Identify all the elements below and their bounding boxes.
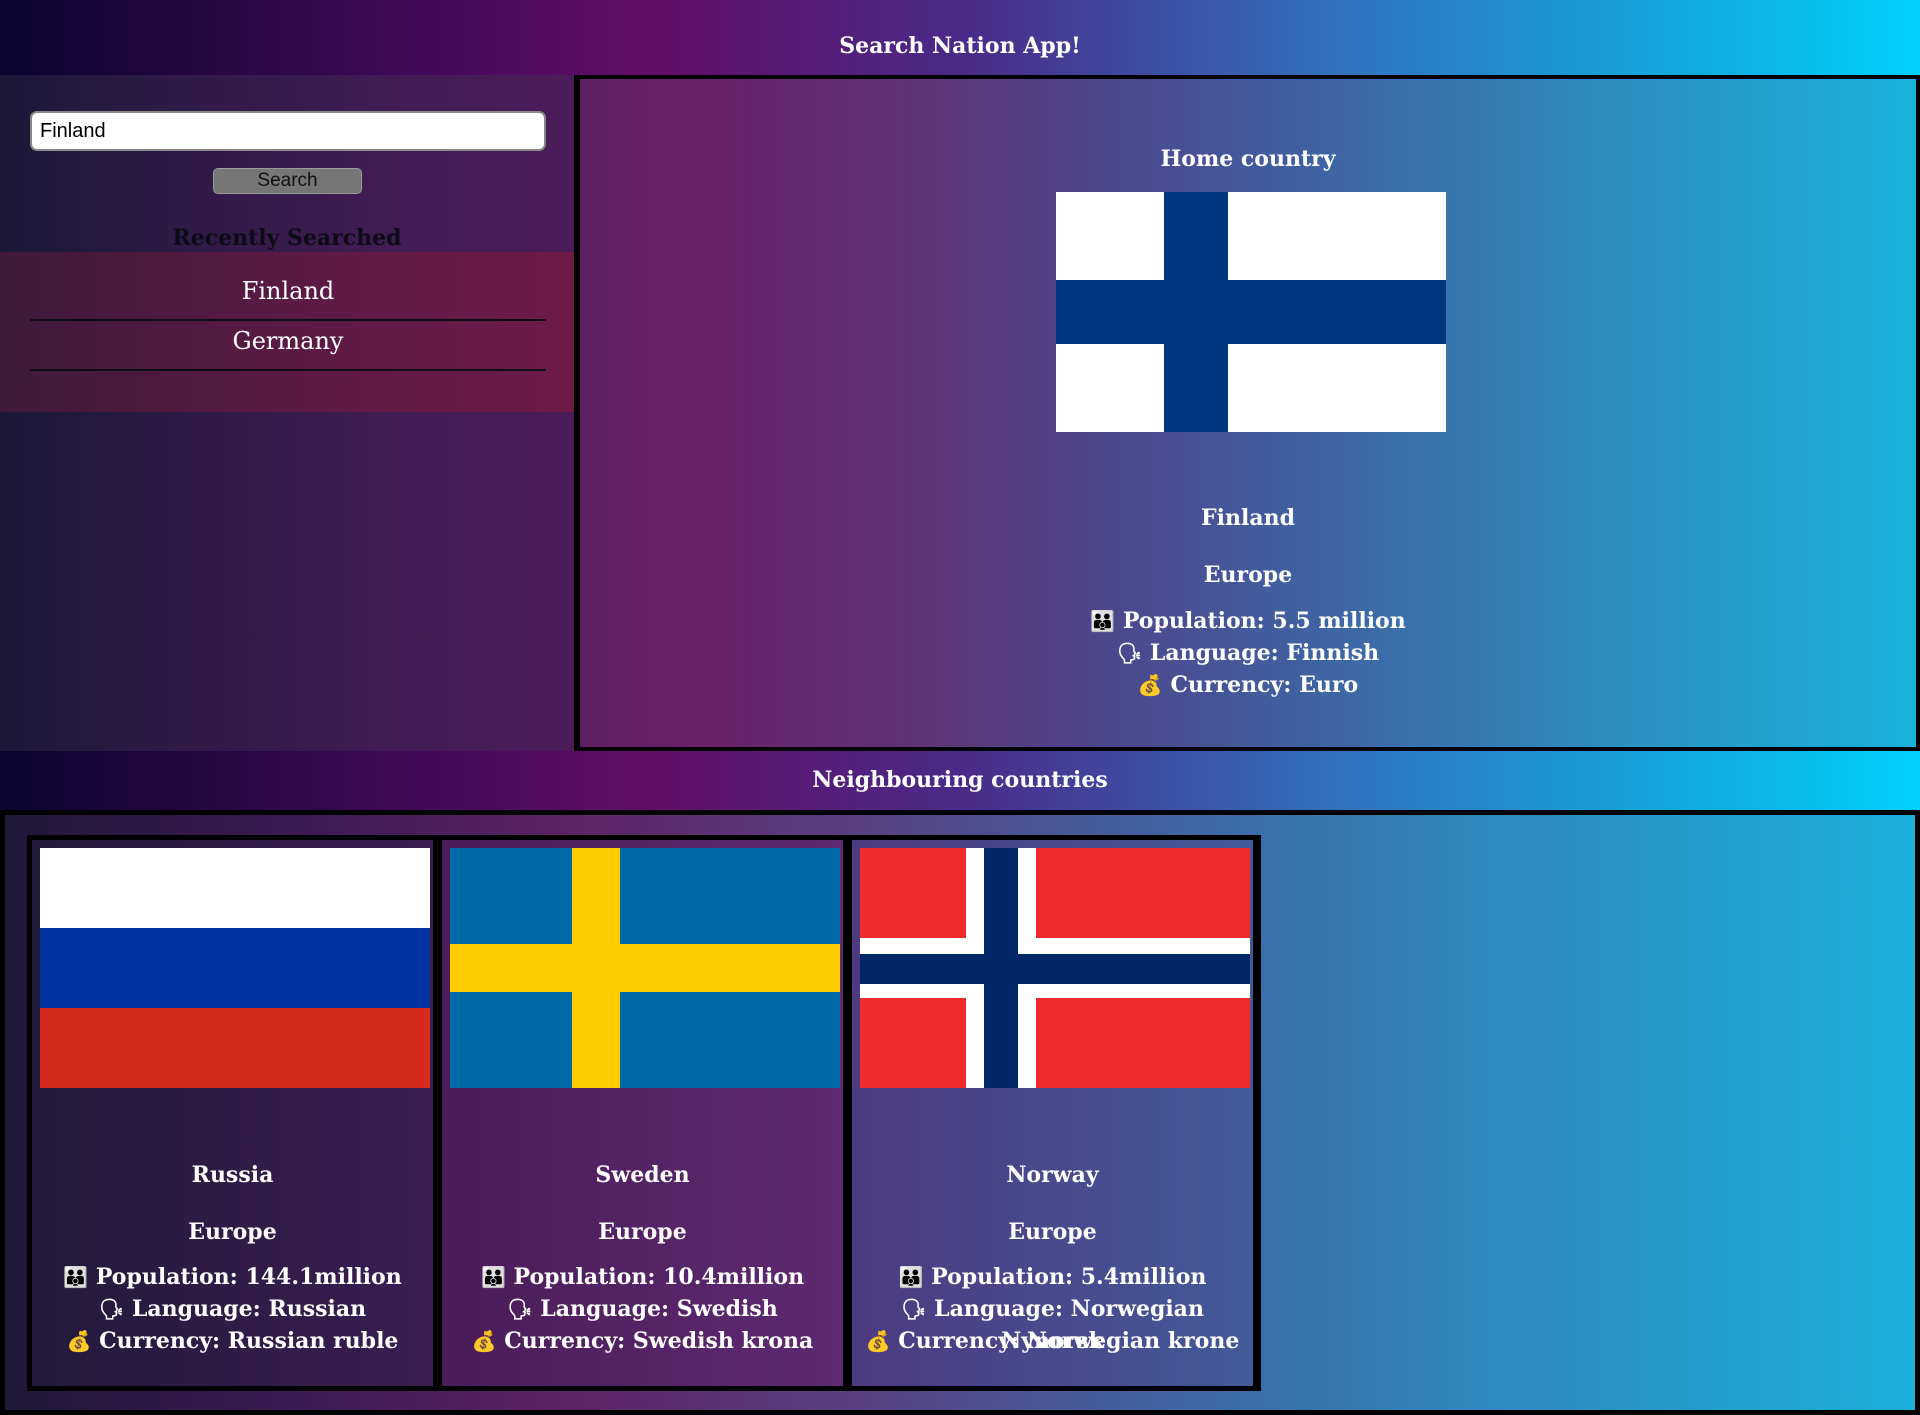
neighbour-language: Language: Russian (131, 1296, 367, 1322)
speaking-head-icon: 🗣 (507, 1297, 533, 1321)
neighbour-population-line: 👪 Population: 10.4million (442, 1261, 843, 1293)
people-icon: 👪 (898, 1265, 924, 1289)
neighbour-card-sweden[interactable]: Sweden Europe 👪 Population: 10.4million … (442, 840, 843, 1386)
neighbour-language: Language: Swedish (540, 1296, 778, 1322)
neighbour-region: Europe (1008, 1219, 1097, 1245)
neighbours-section: Russia Europe 👪 Population: 144.1million… (0, 810, 1920, 1415)
recent-item-finland[interactable]: Finland (30, 271, 546, 321)
app-header: Search Nation App! (0, 0, 1920, 75)
neighbour-population: Population: 10.4million (513, 1264, 805, 1290)
neighbour-language-line: 🗣 Language: Russian (32, 1293, 433, 1325)
neighbour-card-russia[interactable]: Russia Europe 👪 Population: 144.1million… (32, 840, 433, 1386)
recent-list: Finland Germany (0, 252, 574, 412)
neighbour-name: Sweden (595, 1162, 690, 1188)
neighbour-cards: Russia Europe 👪 Population: 144.1million… (27, 835, 1261, 1391)
neighbour-population-line: 👪 Population: 5.4million (852, 1261, 1253, 1293)
sidebar: Search Recently Searched Finland Germany (0, 75, 574, 751)
neighbour-language-line: 🗣 Language: Swedish (442, 1293, 843, 1325)
norway-flag (860, 848, 1250, 1088)
home-country-title: Home country (1160, 146, 1336, 172)
people-icon: 👪 (1090, 609, 1116, 633)
neighbour-card-norway[interactable]: Norway Europe 👪 Population: 5.4million 🗣… (852, 840, 1253, 1386)
search-button[interactable]: Search (213, 168, 362, 194)
neighbour-name: Russia (191, 1162, 274, 1188)
neighbour-population-line: 👪 Population: 144.1million (32, 1261, 433, 1293)
home-language: Language: Finnish (1149, 640, 1380, 666)
recent-item-germany[interactable]: Germany (30, 321, 546, 371)
norway-flag-svg (860, 848, 1250, 1088)
neighbour-currency: Currency: Russian ruble (99, 1328, 399, 1354)
home-country-region: Europe (1203, 562, 1293, 588)
finland-flag-svg (1056, 192, 1446, 432)
home-currency-line: 💰 Currency: Euro (580, 669, 1916, 701)
money-bag-icon: 💰 (471, 1329, 497, 1353)
speaking-head-icon: 🗣 (901, 1297, 927, 1321)
people-icon: 👪 (480, 1265, 506, 1289)
home-population: Population: 5.5 million (1122, 608, 1406, 634)
neighbour-population: Population: 5.4million (931, 1264, 1207, 1290)
people-icon: 👪 (63, 1265, 89, 1289)
home-currency: Currency: Euro (1170, 672, 1359, 698)
neighbour-currency-line: 💰 Currency: Russian ruble (32, 1325, 433, 1357)
neighbour-currency-line: 💰 Currency: Norwegian krone (852, 1325, 1253, 1357)
money-bag-icon: 💰 (865, 1329, 891, 1353)
neighbour-region: Europe (188, 1219, 277, 1245)
app-title: Search Nation App! (839, 33, 1081, 59)
recently-searched-title: Recently Searched (172, 225, 402, 251)
russia-flag (40, 848, 430, 1088)
home-language-line: 🗣 Language: Finnish (580, 637, 1916, 669)
speaking-head-icon: 🗣 (1116, 641, 1143, 665)
home-population-line: 👪 Population: 5.5 million (580, 605, 1916, 637)
neighbour-name: Norway (1006, 1162, 1099, 1188)
home-country-name: Finland (1201, 505, 1295, 531)
search-input[interactable] (30, 111, 546, 151)
neighbour-currency: Currency: Norwegian krone (898, 1328, 1240, 1354)
neighbour-population: Population: 144.1million (95, 1264, 402, 1290)
money-bag-icon: 💰 (66, 1329, 92, 1353)
neighbours-title: Neighbouring countries (812, 767, 1108, 793)
home-country-panel: Home country Finland Europe 👪 Population… (576, 75, 1920, 751)
neighbour-currency: Currency: Swedish krona (504, 1328, 814, 1354)
sweden-flag (450, 848, 840, 1088)
neighbour-region: Europe (598, 1219, 687, 1245)
neighbour-currency-line: 💰 Currency: Swedish krona (442, 1325, 843, 1357)
speaking-head-icon: 🗣 (98, 1297, 125, 1321)
neighbours-header: Neighbouring countries (0, 751, 1920, 811)
finland-flag (1056, 192, 1446, 432)
russia-flag-svg (40, 848, 430, 1088)
money-bag-icon: 💰 (1137, 673, 1163, 697)
sweden-flag-svg (450, 848, 840, 1088)
